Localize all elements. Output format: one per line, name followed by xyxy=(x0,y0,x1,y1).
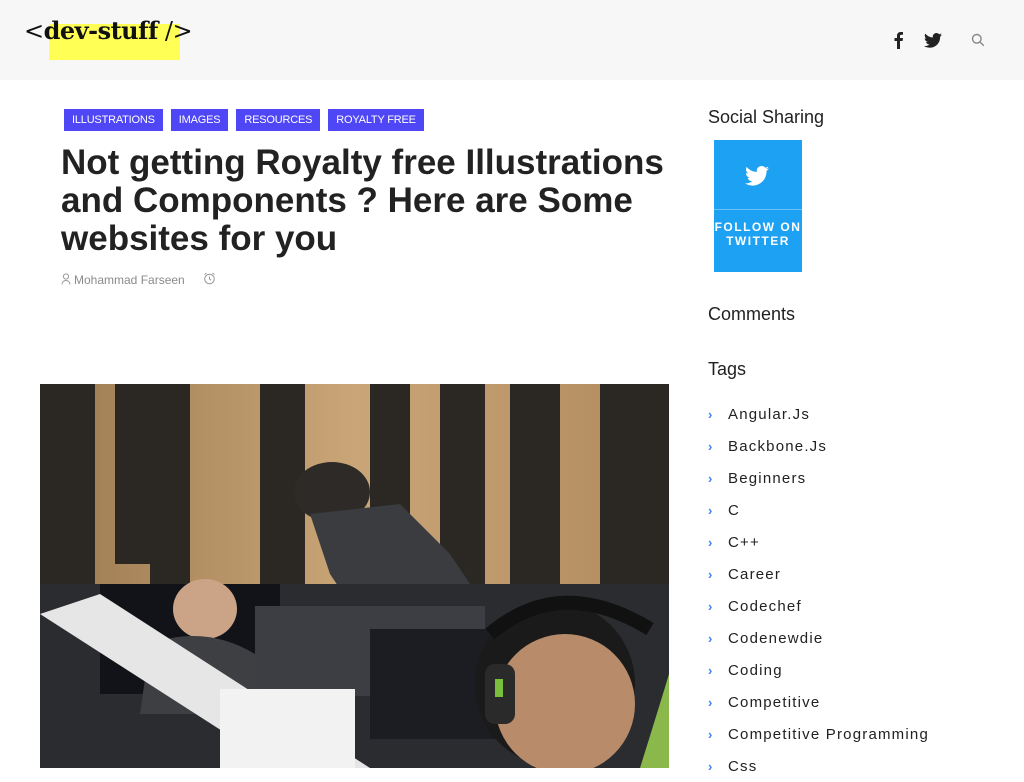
tag-item[interactable]: › Competitive Programming xyxy=(708,718,929,750)
user-icon xyxy=(61,272,71,288)
site-logo[interactable]: <dev-stuff /> xyxy=(24,16,193,45)
chevron-right-icon: › xyxy=(708,566,714,582)
tag-item[interactable]: › Angular.Js xyxy=(708,398,929,430)
tag-list: › Angular.Js › Backbone.Js › Beginners › C › C++ ›… xyxy=(708,398,929,782)
chevron-right-icon: › xyxy=(708,630,714,646)
hero-image xyxy=(40,384,669,768)
tag-label: Angular.Js xyxy=(728,405,811,423)
tag-label: Coding xyxy=(728,661,783,679)
tag-label: Backbone.Js xyxy=(728,437,828,455)
chevron-right-icon: › xyxy=(708,694,714,710)
logo-suffix: /> xyxy=(157,17,193,45)
tag-label: Codenewdie xyxy=(728,629,824,647)
tag-item[interactable]: › Codenewdie xyxy=(708,622,929,654)
search-icon[interactable] xyxy=(968,30,988,50)
category-list: ILLUSTRATIONS IMAGES RESOURCES ROYALTY F… xyxy=(64,109,424,131)
tag-item[interactable]: › C xyxy=(708,494,929,526)
chevron-right-icon: › xyxy=(708,598,714,614)
logo-name: dev-stuff xyxy=(43,16,159,45)
post-author[interactable]: Mohammad Farseen xyxy=(74,273,185,287)
twitter-icon[interactable] xyxy=(923,30,943,50)
tag-item[interactable]: › Beginners xyxy=(708,462,929,494)
category-tag-images[interactable]: IMAGES xyxy=(170,109,229,131)
social-sharing-heading: Social Sharing xyxy=(708,107,825,127)
tag-label: Codechef xyxy=(728,597,802,615)
tag-item[interactable]: › Codechef xyxy=(708,590,929,622)
tag-label: Competitive Programming xyxy=(728,725,929,743)
follow-twitter-label: FOLLOW ON TWITTER xyxy=(714,220,802,248)
chevron-right-icon: › xyxy=(708,470,714,486)
tag-label: Competitive xyxy=(728,693,821,711)
twitter-bird-icon xyxy=(745,166,769,190)
follow-twitter-button[interactable]: FOLLOW ON TWITTER xyxy=(714,140,802,272)
category-tag-illustrations[interactable]: ILLUSTRATIONS xyxy=(64,109,163,131)
clock-icon xyxy=(203,272,216,288)
chevron-right-icon: › xyxy=(708,758,714,774)
logo-prefix: < xyxy=(24,17,44,45)
chevron-right-icon: › xyxy=(708,662,714,678)
tag-item[interactable]: › C++ xyxy=(708,526,929,558)
chevron-right-icon: › xyxy=(708,502,714,518)
chevron-right-icon: › xyxy=(708,438,714,454)
tag-label: C xyxy=(728,501,741,519)
post-meta: Mohammad Farseen xyxy=(61,272,216,288)
tag-label: Beginners xyxy=(728,469,807,487)
tag-label: C++ xyxy=(728,533,760,551)
tag-item[interactable]: › Coding xyxy=(708,654,929,686)
site-header: <dev-stuff /> xyxy=(0,0,1024,80)
facebook-icon[interactable] xyxy=(888,30,908,50)
tags-heading: Tags xyxy=(708,359,747,379)
tag-item[interactable]: › Competitive xyxy=(708,686,929,718)
twitter-box-divider xyxy=(714,209,802,210)
chevron-right-icon: › xyxy=(708,534,714,550)
tag-item[interactable]: › Css xyxy=(708,750,929,782)
post-title: Not getting Royalty free Illustrations a… xyxy=(61,143,664,258)
chevron-right-icon: › xyxy=(708,726,714,742)
comments-heading: Comments xyxy=(708,304,796,324)
tag-item[interactable]: › Career xyxy=(708,558,929,590)
tag-label: Css xyxy=(728,757,758,775)
tag-item[interactable]: › Backbone.Js xyxy=(708,430,929,462)
category-tag-royalty-free[interactable]: ROYALTY FREE xyxy=(328,109,424,131)
category-tag-resources[interactable]: RESOURCES xyxy=(236,109,321,131)
chevron-right-icon: › xyxy=(708,406,714,422)
tag-label: Career xyxy=(728,565,782,583)
